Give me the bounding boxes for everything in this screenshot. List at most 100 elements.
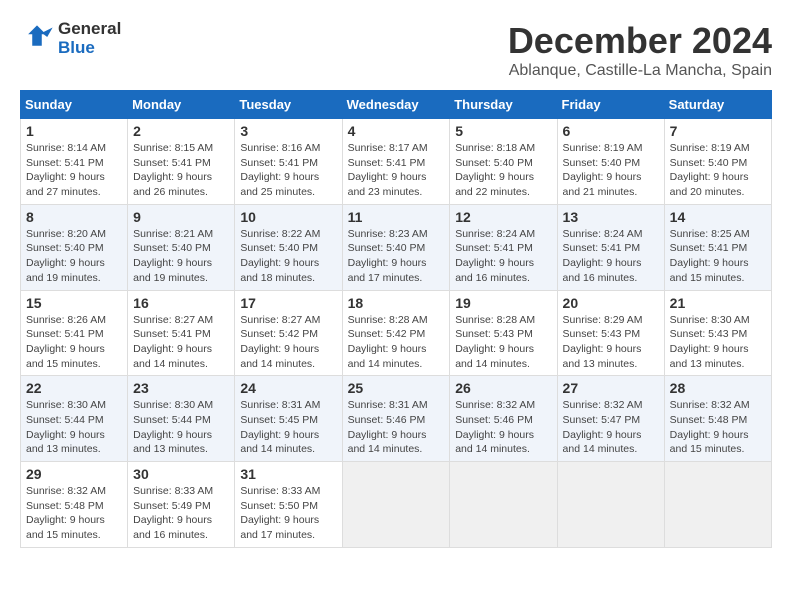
- calendar-day-2: 2 Sunrise: 8:15 AMSunset: 5:41 PMDaylight…: [128, 119, 235, 205]
- day-number: 10: [240, 209, 336, 225]
- day-info: Sunrise: 8:32 AMSunset: 5:46 PMDaylight:…: [455, 398, 551, 457]
- calendar-week-1: 1Sunrise: 8:14 AMSunset: 5:41 PMDaylight…: [21, 119, 772, 205]
- day-info: Sunrise: 8:28 AMSunset: 5:42 PMDaylight:…: [348, 313, 445, 372]
- header-saturday: Saturday: [664, 91, 771, 119]
- day-number: 2: [133, 123, 229, 139]
- calendar-day-14: 14 Sunrise: 8:25 AMSunset: 5:41 PMDayligh…: [664, 204, 771, 290]
- calendar-day-empty: [450, 462, 557, 548]
- calendar-day-16: 16 Sunrise: 8:27 AMSunset: 5:41 PMDayligh…: [128, 290, 235, 376]
- day-info: Sunrise: 8:24 AMSunset: 5:41 PMDaylight:…: [455, 227, 551, 286]
- day-number: 11: [348, 209, 445, 225]
- calendar-day-4: 4 Sunrise: 8:17 AMSunset: 5:41 PMDaylight…: [342, 119, 450, 205]
- day-info: Sunrise: 8:16 AMSunset: 5:41 PMDaylight:…: [240, 141, 336, 200]
- calendar-table: Sunday Monday Tuesday Wednesday Thursday…: [20, 90, 772, 548]
- calendar-day-empty: [664, 462, 771, 548]
- calendar-day-18: 18 Sunrise: 8:28 AMSunset: 5:42 PMDayligh…: [342, 290, 450, 376]
- title-block: December 2024 Ablanque, Castille-La Manc…: [508, 20, 772, 80]
- day-number: 9: [133, 209, 229, 225]
- calendar-day-10: 10 Sunrise: 8:22 AMSunset: 5:40 PMDayligh…: [235, 204, 342, 290]
- calendar-day-empty: [342, 462, 450, 548]
- day-number: 6: [563, 123, 659, 139]
- calendar-day-24: 24 Sunrise: 8:31 AMSunset: 5:45 PMDayligh…: [235, 376, 342, 462]
- page-subtitle: Ablanque, Castille-La Mancha, Spain: [508, 62, 772, 80]
- day-number: 15: [26, 295, 122, 311]
- calendar-day-19: 19Sunrise: 8:28 AMSunset: 5:43 PMDayligh…: [450, 290, 557, 376]
- calendar-day-9: 9 Sunrise: 8:21 AMSunset: 5:40 PMDaylight…: [128, 204, 235, 290]
- day-info: Sunrise: 8:20 AMSunset: 5:40 PMDaylight:…: [26, 227, 122, 286]
- calendar-day-12: 12 Sunrise: 8:24 AMSunset: 5:41 PMDayligh…: [450, 204, 557, 290]
- calendar-day-21: 21 Sunrise: 8:30 AMSunset: 5:43 PMDayligh…: [664, 290, 771, 376]
- day-number: 24: [240, 380, 336, 396]
- header-tuesday: Tuesday: [235, 91, 342, 119]
- day-info: Sunrise: 8:32 AMSunset: 5:48 PMDaylight:…: [670, 398, 766, 457]
- day-number: 23: [133, 380, 229, 396]
- day-info: Sunrise: 8:21 AMSunset: 5:40 PMDaylight:…: [133, 227, 229, 286]
- calendar-day-6: 6Sunrise: 8:19 AMSunset: 5:40 PMDaylight…: [557, 119, 664, 205]
- logo-blue: Blue: [58, 39, 121, 58]
- calendar-day-23: 23 Sunrise: 8:30 AMSunset: 5:44 PMDayligh…: [128, 376, 235, 462]
- calendar-week-5: 29 Sunrise: 8:32 AMSunset: 5:48 PMDayligh…: [21, 462, 772, 548]
- calendar-day-25: 25 Sunrise: 8:31 AMSunset: 5:46 PMDayligh…: [342, 376, 450, 462]
- day-number: 7: [670, 123, 766, 139]
- day-info: Sunrise: 8:17 AMSunset: 5:41 PMDaylight:…: [348, 141, 445, 200]
- calendar-week-4: 22 Sunrise: 8:30 AMSunset: 5:44 PMDayligh…: [21, 376, 772, 462]
- day-number: 27: [563, 380, 659, 396]
- calendar-day-30: 30Sunrise: 8:33 AMSunset: 5:49 PMDayligh…: [128, 462, 235, 548]
- calendar-day-17: 17 Sunrise: 8:27 AMSunset: 5:42 PMDayligh…: [235, 290, 342, 376]
- day-info: Sunrise: 8:15 AMSunset: 5:41 PMDaylight:…: [133, 141, 229, 200]
- calendar-day-empty: [557, 462, 664, 548]
- header-thursday: Thursday: [450, 91, 557, 119]
- day-info: Sunrise: 8:33 AMSunset: 5:50 PMDaylight:…: [240, 484, 336, 543]
- day-info: Sunrise: 8:32 AMSunset: 5:48 PMDaylight:…: [26, 484, 122, 543]
- day-info: Sunrise: 8:30 AMSunset: 5:43 PMDaylight:…: [670, 313, 766, 372]
- day-info: Sunrise: 8:26 AMSunset: 5:41 PMDaylight:…: [26, 313, 122, 372]
- calendar-day-11: 11Sunrise: 8:23 AMSunset: 5:40 PMDayligh…: [342, 204, 450, 290]
- day-number: 18: [348, 295, 445, 311]
- day-number: 5: [455, 123, 551, 139]
- calendar-day-20: 20 Sunrise: 8:29 AMSunset: 5:43 PMDayligh…: [557, 290, 664, 376]
- day-number: 22: [26, 380, 122, 396]
- page-header: General Blue December 2024 Ablanque, Cas…: [20, 20, 772, 80]
- day-info: Sunrise: 8:25 AMSunset: 5:41 PMDaylight:…: [670, 227, 766, 286]
- day-info: Sunrise: 8:29 AMSunset: 5:43 PMDaylight:…: [563, 313, 659, 372]
- day-info: Sunrise: 8:24 AMSunset: 5:41 PMDaylight:…: [563, 227, 659, 286]
- day-number: 30: [133, 466, 229, 482]
- calendar-day-8: 8Sunrise: 8:20 AMSunset: 5:40 PMDaylight…: [21, 204, 128, 290]
- day-number: 12: [455, 209, 551, 225]
- calendar-day-3: 3Sunrise: 8:16 AMSunset: 5:41 PMDaylight…: [235, 119, 342, 205]
- logo-icon: [20, 22, 54, 56]
- header-wednesday: Wednesday: [342, 91, 450, 119]
- day-number: 20: [563, 295, 659, 311]
- day-number: 4: [348, 123, 445, 139]
- calendar-week-2: 8Sunrise: 8:20 AMSunset: 5:40 PMDaylight…: [21, 204, 772, 290]
- day-number: 21: [670, 295, 766, 311]
- day-info: Sunrise: 8:27 AMSunset: 5:41 PMDaylight:…: [133, 313, 229, 372]
- day-number: 17: [240, 295, 336, 311]
- day-info: Sunrise: 8:28 AMSunset: 5:43 PMDaylight:…: [455, 313, 551, 372]
- day-number: 29: [26, 466, 122, 482]
- calendar-day-31: 31 Sunrise: 8:33 AMSunset: 5:50 PMDayligh…: [235, 462, 342, 548]
- day-info: Sunrise: 8:22 AMSunset: 5:40 PMDaylight:…: [240, 227, 336, 286]
- day-info: Sunrise: 8:31 AMSunset: 5:45 PMDaylight:…: [240, 398, 336, 457]
- header-friday: Friday: [557, 91, 664, 119]
- day-number: 31: [240, 466, 336, 482]
- day-info: Sunrise: 8:31 AMSunset: 5:46 PMDaylight:…: [348, 398, 445, 457]
- calendar-day-26: 26 Sunrise: 8:32 AMSunset: 5:46 PMDayligh…: [450, 376, 557, 462]
- day-number: 26: [455, 380, 551, 396]
- calendar-day-29: 29 Sunrise: 8:32 AMSunset: 5:48 PMDayligh…: [21, 462, 128, 548]
- calendar-week-3: 15 Sunrise: 8:26 AMSunset: 5:41 PMDayligh…: [21, 290, 772, 376]
- calendar-day-1: 1Sunrise: 8:14 AMSunset: 5:41 PMDaylight…: [21, 119, 128, 205]
- page-title: December 2024: [508, 20, 772, 62]
- calendar-day-22: 22 Sunrise: 8:30 AMSunset: 5:44 PMDayligh…: [21, 376, 128, 462]
- day-number: 14: [670, 209, 766, 225]
- day-info: Sunrise: 8:14 AMSunset: 5:41 PMDaylight:…: [26, 141, 122, 200]
- day-info: Sunrise: 8:30 AMSunset: 5:44 PMDaylight:…: [26, 398, 122, 457]
- logo-general: General: [58, 20, 121, 39]
- logo: General Blue: [20, 20, 121, 57]
- day-number: 16: [133, 295, 229, 311]
- day-number: 25: [348, 380, 445, 396]
- day-info: Sunrise: 8:18 AMSunset: 5:40 PMDaylight:…: [455, 141, 551, 200]
- day-info: Sunrise: 8:30 AMSunset: 5:44 PMDaylight:…: [133, 398, 229, 457]
- day-number: 28: [670, 380, 766, 396]
- day-info: Sunrise: 8:27 AMSunset: 5:42 PMDaylight:…: [240, 313, 336, 372]
